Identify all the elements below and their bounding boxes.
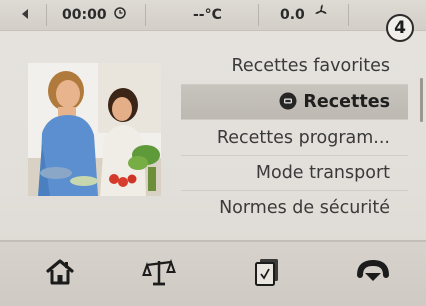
cooking-people-photo [28, 63, 161, 196]
menu-item-programmed-recipes[interactable]: Recettes program... [181, 121, 408, 155]
fan-icon [313, 0, 329, 30]
turbo-button[interactable] [351, 256, 395, 292]
speed-display[interactable]: 0.0 [280, 0, 329, 30]
status-bar: 00:00 --°C 0.0 [0, 0, 426, 31]
device-screen: 00:00 --°C 0.0 4 Recettes favorites Rece… [0, 0, 426, 306]
status-divider [46, 4, 47, 26]
home-icon [45, 258, 75, 290]
scale-button[interactable] [137, 256, 181, 292]
menu-divider [181, 119, 408, 120]
back-arrow-icon[interactable] [22, 9, 28, 19]
time-display[interactable]: 00:00 [62, 0, 127, 30]
status-divider [348, 4, 349, 26]
turbo-icon [356, 259, 390, 289]
recipe-chip-button[interactable] [245, 256, 289, 292]
menu-item-recipes[interactable]: Recettes [181, 85, 408, 119]
status-divider [258, 4, 259, 26]
menu-item-label: Normes de sécurité [219, 198, 390, 218]
step-number-badge: 4 [386, 14, 414, 42]
time-value: 00:00 [62, 7, 107, 23]
menu-scrollbar[interactable] [420, 78, 423, 122]
menu-item-label: Mode transport [255, 163, 390, 183]
chef-hat-icon [279, 88, 297, 122]
menu-item-label: Recettes favorites [231, 56, 390, 76]
clock-icon [114, 0, 127, 30]
menu-item-favorite-recipes[interactable]: Recettes favorites [181, 49, 408, 83]
scale-icon [142, 257, 176, 291]
recipe-chip-icon [253, 257, 281, 291]
temperature-display[interactable]: --°C [193, 0, 222, 30]
bottom-navigation-bar [0, 240, 426, 306]
menu-item-safety-standards[interactable]: Normes de sécurité [181, 191, 408, 225]
speed-value: 0.0 [280, 7, 305, 23]
menu-item-transport-mode[interactable]: Mode transport [181, 156, 408, 190]
temperature-value: --°C [193, 7, 222, 23]
status-divider [145, 4, 146, 26]
home-button[interactable] [38, 256, 82, 292]
menu-item-label: Recettes [303, 92, 390, 112]
menu-item-label: Recettes program... [216, 128, 390, 148]
